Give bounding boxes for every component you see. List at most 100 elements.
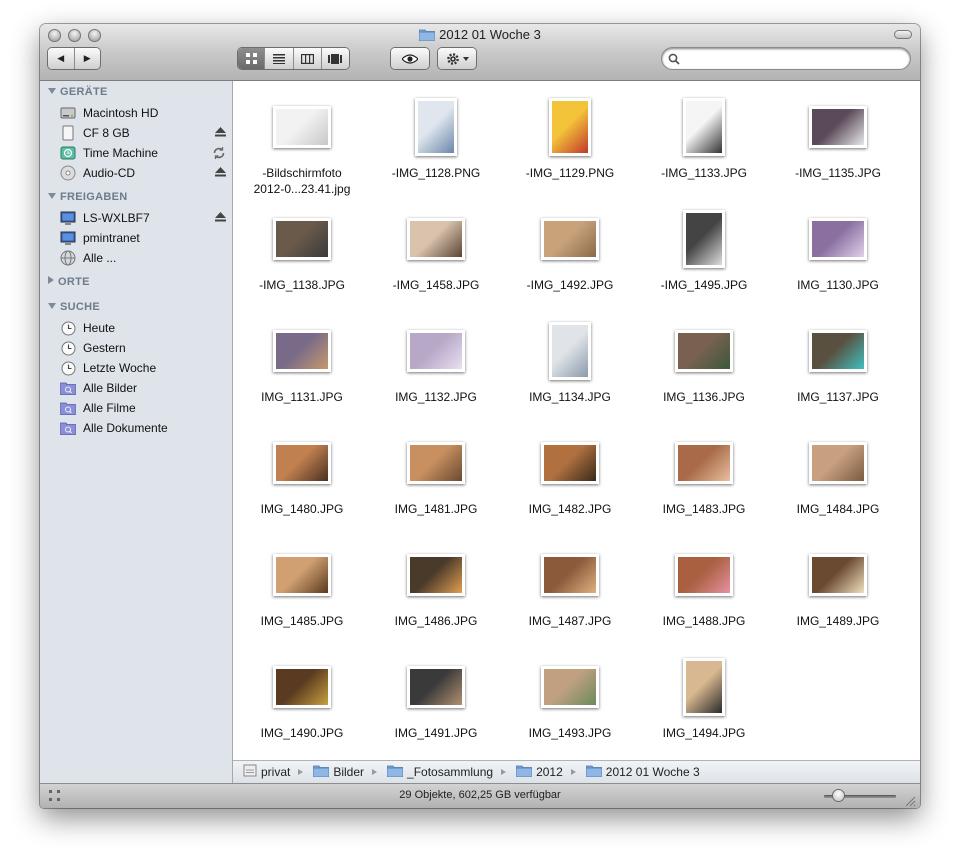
file-thumbnail[interactable] bbox=[407, 442, 465, 484]
file-item[interactable]: IMG_1132.JPG bbox=[369, 311, 503, 423]
file-thumbnail-area[interactable] bbox=[369, 95, 503, 159]
eject-icon[interactable] bbox=[215, 211, 226, 225]
sync-icon[interactable] bbox=[212, 146, 226, 163]
file-thumbnail-area[interactable] bbox=[503, 95, 637, 159]
coverflow-view-button[interactable] bbox=[322, 48, 349, 69]
file-name[interactable]: IMG_1489.JPG bbox=[771, 613, 905, 629]
file-item[interactable]: -IMG_1129.PNG bbox=[503, 87, 637, 199]
file-name[interactable]: -IMG_1129.PNG bbox=[503, 165, 637, 181]
file-name[interactable]: -IMG_1128.PNG bbox=[369, 165, 503, 181]
file-thumbnail[interactable] bbox=[549, 98, 591, 156]
file-thumbnail[interactable] bbox=[549, 322, 591, 380]
file-thumbnail[interactable] bbox=[809, 218, 867, 260]
path-crumb[interactable]: 2012 bbox=[515, 764, 563, 780]
file-name[interactable]: IMG_1491.JPG bbox=[369, 725, 503, 741]
quicklook-button[interactable] bbox=[391, 48, 429, 69]
sidebar-section-0[interactable]: GERÄTE bbox=[48, 86, 108, 98]
file-name[interactable]: -IMG_1495.JPG bbox=[637, 277, 771, 293]
file-thumbnail-area[interactable] bbox=[235, 543, 369, 607]
search-input[interactable] bbox=[684, 50, 906, 68]
file-name[interactable]: IMG_1480.JPG bbox=[235, 501, 369, 517]
file-thumbnail-area[interactable] bbox=[771, 431, 905, 495]
file-thumbnail[interactable] bbox=[407, 218, 465, 260]
file-thumbnail[interactable] bbox=[273, 106, 331, 148]
column-view-button[interactable] bbox=[294, 48, 322, 69]
file-thumbnail[interactable] bbox=[809, 330, 867, 372]
file-item[interactable]: IMG_1493.JPG bbox=[503, 647, 637, 759]
back-button[interactable]: ◀ bbox=[48, 48, 75, 69]
path-crumb[interactable]: 2012 01 Woche 3 bbox=[585, 764, 700, 780]
sidebar-section-2[interactable]: ORTE bbox=[48, 276, 90, 288]
file-name[interactable]: IMG_1487.JPG bbox=[503, 613, 637, 629]
file-thumbnail[interactable] bbox=[541, 442, 599, 484]
disclosure-open-icon[interactable] bbox=[48, 193, 56, 199]
file-thumbnail-area[interactable] bbox=[369, 207, 503, 271]
file-name[interactable]: IMG_1488.JPG bbox=[637, 613, 771, 629]
file-item[interactable]: -IMG_1138.JPG bbox=[235, 199, 369, 311]
file-item[interactable]: IMG_1487.JPG bbox=[503, 535, 637, 647]
file-thumbnail[interactable] bbox=[683, 98, 725, 156]
file-thumbnail[interactable] bbox=[809, 442, 867, 484]
sidebar-item-1-0[interactable]: LS-WXLBF7 bbox=[60, 209, 232, 227]
file-name[interactable]: IMG_1481.JPG bbox=[369, 501, 503, 517]
file-item[interactable]: IMG_1484.JPG bbox=[771, 423, 905, 535]
file-thumbnail-area[interactable] bbox=[235, 319, 369, 383]
file-name[interactable]: IMG_1134.JPG bbox=[503, 389, 637, 405]
file-item[interactable]: IMG_1137.JPG bbox=[771, 311, 905, 423]
file-item[interactable]: -IMG_1135.JPG bbox=[771, 87, 905, 199]
file-thumbnail-area[interactable] bbox=[637, 543, 771, 607]
disclosure-closed-icon[interactable] bbox=[48, 276, 54, 284]
file-thumbnail-area[interactable] bbox=[637, 207, 771, 271]
file-name[interactable]: -IMG_1133.JPG bbox=[637, 165, 771, 181]
sidebar-item-0-2[interactable]: Time Machine bbox=[60, 144, 232, 162]
file-name[interactable]: -IMG_1492.JPG bbox=[503, 277, 637, 293]
file-name[interactable]: IMG_1486.JPG bbox=[369, 613, 503, 629]
file-name[interactable]: IMG_1490.JPG bbox=[235, 725, 369, 741]
file-thumbnail-area[interactable] bbox=[369, 543, 503, 607]
file-item[interactable]: IMG_1486.JPG bbox=[369, 535, 503, 647]
file-thumbnail[interactable] bbox=[407, 330, 465, 372]
sidebar-item-3-3[interactable]: Alle Bilder bbox=[60, 379, 232, 397]
file-item[interactable]: IMG_1483.JPG bbox=[637, 423, 771, 535]
sidebar-item-3-5[interactable]: Alle Dokumente bbox=[60, 419, 232, 437]
file-item[interactable]: IMG_1136.JPG bbox=[637, 311, 771, 423]
file-item[interactable]: IMG_1130.JPG bbox=[771, 199, 905, 311]
file-thumbnail-area[interactable] bbox=[235, 655, 369, 719]
sidebar-item-0-0[interactable]: Macintosh HD bbox=[60, 104, 232, 122]
forward-button[interactable]: ▶ bbox=[75, 48, 101, 69]
toolbar-toggle-button[interactable] bbox=[894, 30, 912, 39]
file-item[interactable]: IMG_1482.JPG bbox=[503, 423, 637, 535]
sidebar-item-3-0[interactable]: Heute bbox=[60, 319, 232, 337]
file-thumbnail-area[interactable] bbox=[235, 207, 369, 271]
file-item[interactable]: IMG_1480.JPG bbox=[235, 423, 369, 535]
file-thumbnail[interactable] bbox=[415, 98, 457, 156]
file-item[interactable]: IMG_1491.JPG bbox=[369, 647, 503, 759]
file-item[interactable]: IMG_1494.JPG bbox=[637, 647, 771, 759]
file-item[interactable]: IMG_1131.JPG bbox=[235, 311, 369, 423]
file-thumbnail-area[interactable] bbox=[503, 655, 637, 719]
file-thumbnail-area[interactable] bbox=[637, 319, 771, 383]
path-crumb[interactable]: Bilder bbox=[312, 764, 364, 780]
file-name[interactable]: IMG_1132.JPG bbox=[369, 389, 503, 405]
file-item[interactable]: IMG_1489.JPG bbox=[771, 535, 905, 647]
file-thumbnail[interactable] bbox=[541, 218, 599, 260]
file-thumbnail-area[interactable] bbox=[235, 431, 369, 495]
file-name[interactable]: IMG_1131.JPG bbox=[235, 389, 369, 405]
file-thumbnail[interactable] bbox=[541, 554, 599, 596]
search-field[interactable] bbox=[662, 48, 910, 69]
file-thumbnail-area[interactable] bbox=[369, 319, 503, 383]
sidebar-item-1-1[interactable]: pmintranet bbox=[60, 229, 232, 247]
file-thumbnail[interactable] bbox=[675, 442, 733, 484]
eject-icon[interactable] bbox=[215, 166, 226, 180]
file-thumbnail[interactable] bbox=[273, 666, 331, 708]
list-view-button[interactable] bbox=[265, 48, 294, 69]
file-thumbnail[interactable] bbox=[273, 554, 331, 596]
file-thumbnail[interactable] bbox=[675, 554, 733, 596]
sidebar-item-1-2[interactable]: Alle ... bbox=[60, 249, 232, 267]
path-crumb[interactable]: privat bbox=[243, 764, 290, 780]
file-name[interactable]: IMG_1136.JPG bbox=[637, 389, 771, 405]
file-name[interactable]: -IMG_1135.JPG bbox=[771, 165, 905, 181]
file-thumbnail-area[interactable] bbox=[771, 543, 905, 607]
file-item[interactable]: IMG_1488.JPG bbox=[637, 535, 771, 647]
file-name[interactable]: IMG_1484.JPG bbox=[771, 501, 905, 517]
